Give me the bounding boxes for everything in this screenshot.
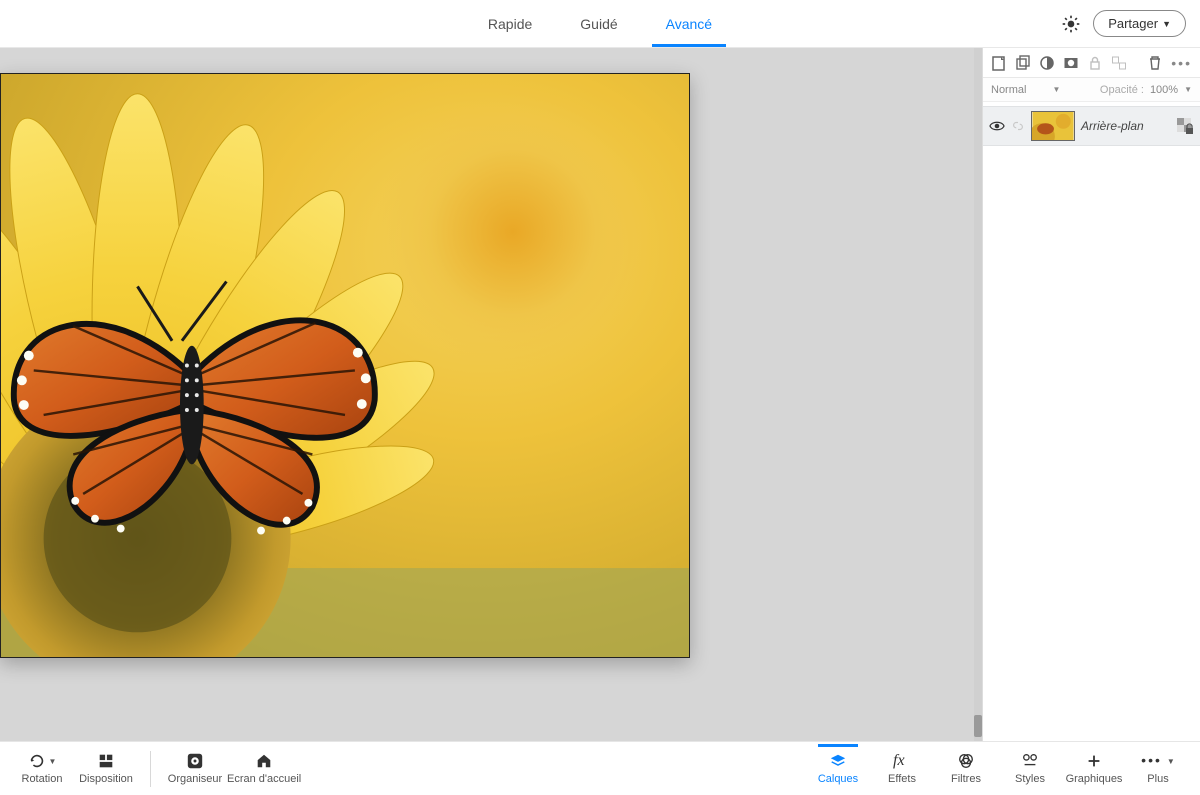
filtres-label: Filtres — [951, 773, 981, 785]
lock-layer-icon — [1087, 55, 1103, 71]
blend-mode-value: Normal — [991, 84, 1026, 96]
home-label: Ecran d'accueil — [227, 773, 301, 785]
filters-icon — [957, 752, 975, 770]
workspace — [0, 48, 982, 741]
tab-guide[interactable]: Guidé — [576, 2, 621, 46]
layer-options-row: Normal ▼ Opacité : 100% ▼ — [983, 78, 1200, 102]
more-icon: ••• — [1141, 752, 1162, 770]
brightness-icon[interactable] — [1061, 14, 1081, 34]
organiseur-button[interactable]: Organiseur — [163, 752, 227, 785]
opacity-value[interactable]: 100% — [1150, 84, 1178, 96]
topbar-right: Partager ▼ — [1061, 10, 1186, 37]
effets-label: Effets — [888, 773, 916, 785]
chevron-down-icon: ▼ — [1052, 85, 1060, 94]
opacity-label: Opacité : — [1100, 84, 1144, 96]
layer-name: Arrière-plan — [1081, 119, 1170, 133]
vertical-scrollbar[interactable] — [974, 48, 982, 741]
blend-mode-select[interactable]: Normal ▼ — [991, 84, 1060, 96]
bottombar: ▼ Rotation Disposition Organiseur Ecran … — [0, 741, 1200, 795]
layers-icon — [829, 752, 847, 770]
chevron-down-icon: ▼ — [1167, 757, 1175, 766]
link-icon — [1011, 119, 1025, 133]
adjustment-layer-icon[interactable] — [1039, 55, 1055, 71]
chevron-down-icon: ▼ — [1162, 19, 1171, 29]
layer-lock-icon — [1176, 117, 1194, 135]
canvas[interactable] — [0, 73, 690, 658]
new-layer-icon[interactable] — [991, 55, 1007, 71]
duplicate-layer-icon[interactable] — [1015, 55, 1031, 71]
filtres-tab[interactable]: Filtres — [934, 752, 998, 785]
rotate-icon — [28, 752, 46, 770]
organizer-icon — [186, 752, 204, 770]
trash-icon[interactable] — [1147, 55, 1163, 71]
tab-avance[interactable]: Avancé — [662, 2, 716, 46]
share-label: Partager — [1108, 16, 1158, 31]
tab-rapide[interactable]: Rapide — [484, 2, 536, 46]
canvas-image — [1, 74, 689, 657]
plus-icon — [1085, 752, 1103, 770]
share-button[interactable]: Partager ▼ — [1093, 10, 1186, 37]
disposition-button[interactable]: Disposition — [74, 752, 138, 785]
rotation-label: Rotation — [22, 773, 63, 785]
chevron-down-icon: ▼ — [49, 757, 57, 766]
layout-icon — [97, 752, 115, 770]
styles-tab[interactable]: Styles — [998, 752, 1062, 785]
layers-panel: ••• Normal ▼ Opacité : 100% ▼ Arrière-pl… — [982, 48, 1200, 741]
home-button[interactable]: Ecran d'accueil — [227, 752, 301, 785]
visibility-icon[interactable] — [989, 118, 1005, 134]
disposition-label: Disposition — [79, 773, 133, 785]
calques-tab[interactable]: Calques — [806, 752, 870, 785]
rotation-button[interactable]: ▼ Rotation — [10, 752, 74, 785]
mask-icon[interactable] — [1063, 55, 1079, 71]
calques-label: Calques — [818, 773, 858, 785]
graphiques-tab[interactable]: Graphiques — [1062, 752, 1126, 785]
topbar: Rapide Guidé Avancé Partager ▼ — [0, 0, 1200, 48]
organiseur-label: Organiseur — [168, 773, 222, 785]
link-layers-icon — [1111, 55, 1127, 71]
styles-icon — [1021, 752, 1039, 770]
layer-row-background[interactable]: Arrière-plan — [983, 106, 1200, 146]
home-icon — [255, 752, 273, 770]
graphiques-label: Graphiques — [1066, 773, 1123, 785]
fx-icon: fx — [893, 752, 911, 770]
plus-tab[interactable]: ••• ▼ Plus — [1126, 752, 1190, 785]
chevron-down-icon[interactable]: ▼ — [1184, 85, 1192, 94]
effets-tab[interactable]: fx Effets — [870, 752, 934, 785]
scrollbar-thumb[interactable] — [974, 715, 982, 737]
panel-menu-icon[interactable]: ••• — [1171, 55, 1192, 71]
layer-thumbnail[interactable] — [1031, 111, 1075, 141]
separator — [150, 751, 151, 787]
styles-label: Styles — [1015, 773, 1045, 785]
mode-tabs: Rapide Guidé Avancé — [484, 2, 716, 46]
layer-panel-toolbar: ••• — [983, 48, 1200, 78]
plus-label: Plus — [1147, 773, 1168, 785]
